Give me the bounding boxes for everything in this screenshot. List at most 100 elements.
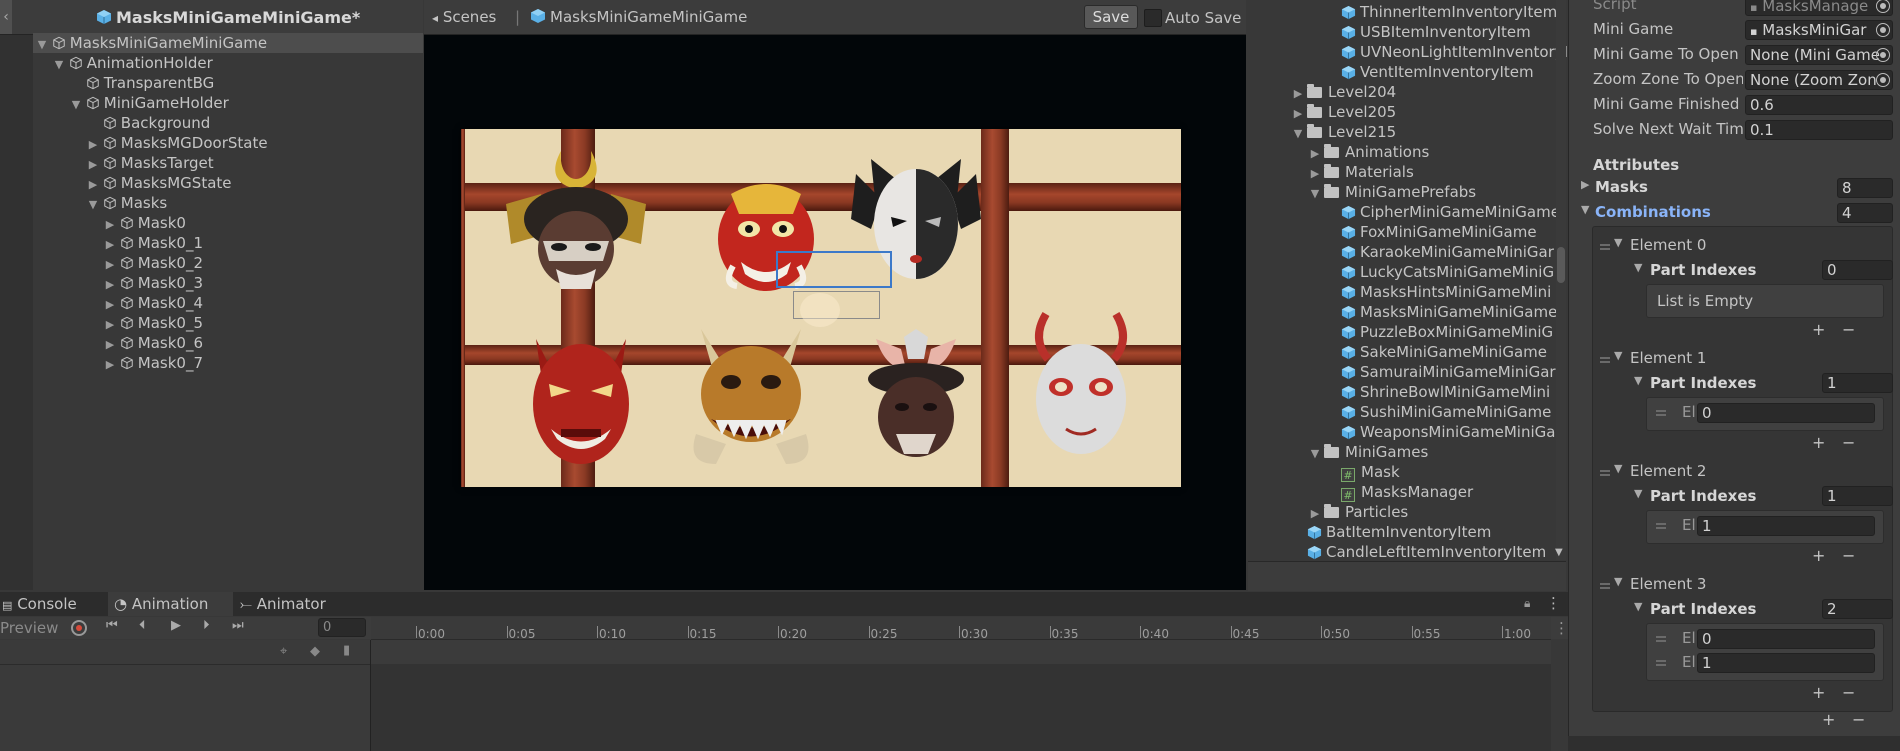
script-field[interactable]: ▪ MasksManage	[1745, 0, 1893, 16]
add-event-icon[interactable]: ▮	[343, 643, 350, 658]
object-picker-icon[interactable]	[1876, 0, 1890, 13]
finished-field[interactable]: 0.6	[1745, 95, 1893, 115]
project-prefab[interactable]: PuzzleBoxMiniGameMiniG	[1341, 322, 1553, 342]
add-part-index-button[interactable]: +	[1812, 683, 1825, 702]
expand-right-icon[interactable]: ▶	[105, 295, 115, 315]
combinations-foldout-icon[interactable]: ▼	[1581, 203, 1589, 216]
prefab-breadcrumb[interactable]: MasksMiniGameMiniGame	[530, 8, 747, 26]
golden-oni-mask-icon[interactable]	[686, 324, 816, 474]
project-folder[interactable]: ▶ Level204	[1294, 82, 1396, 102]
filter-icon[interactable]: ⌖	[280, 644, 287, 659]
hierarchy-item[interactable]: ▼ MiniGameHolder	[33, 93, 423, 113]
selection-rect[interactable]	[776, 251, 892, 288]
expand-right-icon[interactable]: ▶	[105, 355, 115, 375]
part-indexes-foldout-icon[interactable]: ▼	[1634, 261, 1642, 274]
next-keyframe-icon[interactable]: ⏵	[203, 618, 210, 633]
tab-animator[interactable]: ⤚ Animator	[240, 592, 326, 616]
part-indexes-count[interactable]: 0	[1822, 260, 1893, 280]
project-prefab[interactable]: ShrineBowlMiniGameMini	[1341, 382, 1550, 402]
hierarchy-item[interactable]: ▶ Mask0_2	[33, 253, 423, 273]
white-hannya-mask-icon[interactable]	[1026, 309, 1136, 459]
mini-game-open-field[interactable]: None (Mini Game	[1745, 45, 1893, 65]
expand-right-icon[interactable]: ▶	[88, 135, 98, 155]
remove-combination-button[interactable]: −	[1852, 710, 1865, 729]
project-prefab[interactable]: CandleLeftItemInventoryItem	[1307, 542, 1546, 562]
project-prefab[interactable]: SushiMiniGameMiniGame	[1341, 402, 1551, 422]
part-indexes-label[interactable]: Part Indexes	[1650, 600, 1756, 618]
back-arrow-icon[interactable]: ‹	[0, 0, 12, 34]
drag-handle[interactable]	[1600, 244, 1610, 250]
part-indexes-foldout-icon[interactable]: ▼	[1634, 374, 1642, 387]
hierarchy-item[interactable]: ▼ MasksMiniGameMiniGame	[33, 33, 423, 53]
lock-icon[interactable]: 🔒︎	[1524, 596, 1530, 611]
hierarchy-item[interactable]: ▶ MasksTarget	[33, 153, 423, 173]
expand-down-icon[interactable]: ▼	[1310, 444, 1320, 464]
project-prefab[interactable]: SamuraiMiniGameMiniGar	[1341, 362, 1556, 382]
save-button[interactable]: Save	[1084, 5, 1138, 29]
samurai-helmet-mask-icon[interactable]	[481, 149, 671, 299]
first-keyframe-icon[interactable]: ⏮	[106, 618, 118, 633]
element-foldout-icon[interactable]: ▼	[1614, 462, 1622, 475]
add-part-index-button[interactable]: +	[1812, 320, 1825, 339]
tab-console[interactable]: ▤ Console	[2, 592, 77, 616]
element-item-field[interactable]: 1	[1697, 516, 1875, 536]
element-item-field[interactable]: 1	[1697, 653, 1875, 673]
hierarchy-item[interactable]: ▶ Mask0_1	[33, 233, 423, 253]
project-prefab[interactable]: ThinnerItemInventoryItem	[1341, 2, 1557, 22]
drag-handle[interactable]	[1600, 357, 1610, 363]
expand-right-icon[interactable]: ▶	[1293, 104, 1303, 124]
masks-label[interactable]: Masks	[1595, 178, 1648, 196]
expand-down-icon[interactable]: ▼	[1310, 184, 1320, 204]
samurai-menpo-mask-icon[interactable]	[856, 329, 976, 469]
object-picker-icon[interactable]	[1876, 23, 1890, 37]
solve-field[interactable]: 0.1	[1745, 120, 1893, 140]
add-combination-button[interactable]: +	[1822, 710, 1835, 729]
element-label[interactable]: Element 2	[1630, 462, 1706, 480]
mini-game-field[interactable]: ▪ MasksMiniGar	[1745, 20, 1893, 40]
object-picker-icon[interactable]	[1876, 48, 1890, 62]
part-indexes-foldout-icon[interactable]: ▼	[1634, 600, 1642, 613]
project-prefab[interactable]: USBItemInventoryItem	[1341, 22, 1531, 42]
element-label[interactable]: Element 0	[1630, 236, 1706, 254]
project-prefab[interactable]: CipherMiniGameMiniGame	[1341, 202, 1560, 222]
project-prefab[interactable]: VentItemInventoryItem	[1341, 62, 1534, 82]
expand-down-icon[interactable]: ▼	[88, 195, 98, 215]
expand-right-icon[interactable]: ▶	[88, 155, 98, 175]
element-label[interactable]: Element 3	[1630, 575, 1706, 593]
expand-right-icon[interactable]: ▶	[105, 315, 115, 335]
hierarchy-item[interactable]: ▶ Mask0_5	[33, 313, 423, 333]
expand-down-icon[interactable]: ▼	[71, 95, 81, 115]
hierarchy-item[interactable]: Background	[33, 113, 423, 133]
project-prefab[interactable]: BatItemInventoryItem	[1307, 522, 1491, 542]
remove-part-index-button[interactable]: −	[1842, 683, 1855, 702]
expand-right-icon[interactable]: ▶	[1293, 84, 1303, 104]
auto-save-checkbox[interactable]	[1144, 9, 1162, 27]
project-scrollbar-thumb[interactable]	[1557, 247, 1565, 283]
element-foldout-icon[interactable]: ▼	[1614, 575, 1622, 588]
expand-right-icon[interactable]: ▶	[105, 275, 115, 295]
drag-handle[interactable]	[1656, 636, 1666, 642]
remove-part-index-button[interactable]: −	[1842, 320, 1855, 339]
project-folder[interactable]: ▶ Particles	[1311, 502, 1408, 522]
element-item-field[interactable]: 0	[1697, 403, 1875, 423]
element-label[interactable]: Element 1	[1630, 349, 1706, 367]
expand-right-icon[interactable]: ▶	[105, 335, 115, 355]
combinations-count[interactable]: 4	[1837, 203, 1893, 223]
project-folder[interactable]: ▼ MiniGames	[1311, 442, 1429, 462]
remove-part-index-button[interactable]: −	[1842, 433, 1855, 452]
expand-down-icon[interactable]: ▼	[37, 35, 47, 55]
remove-part-index-button[interactable]: −	[1842, 546, 1855, 565]
drag-handle[interactable]	[1600, 470, 1610, 476]
hierarchy-item[interactable]: ▶ MasksMGDoorState	[33, 133, 423, 153]
project-folder[interactable]: ▶ Level205	[1294, 102, 1396, 122]
drag-handle[interactable]	[1656, 660, 1666, 666]
drag-handle[interactable]	[1600, 583, 1610, 589]
scenes-breadcrumb[interactable]: ◂ Scenes	[432, 8, 496, 26]
record-button[interactable]	[71, 620, 87, 636]
add-part-index-button[interactable]: +	[1812, 433, 1825, 452]
project-script[interactable]: # Mask	[1341, 462, 1400, 482]
object-picker-icon[interactable]	[1876, 73, 1890, 87]
part-indexes-count[interactable]: 1	[1822, 373, 1893, 393]
project-prefab[interactable]: LuckyCatsMiniGameMiniG	[1341, 262, 1554, 282]
hierarchy-item[interactable]: ▶ Mask0_4	[33, 293, 423, 313]
